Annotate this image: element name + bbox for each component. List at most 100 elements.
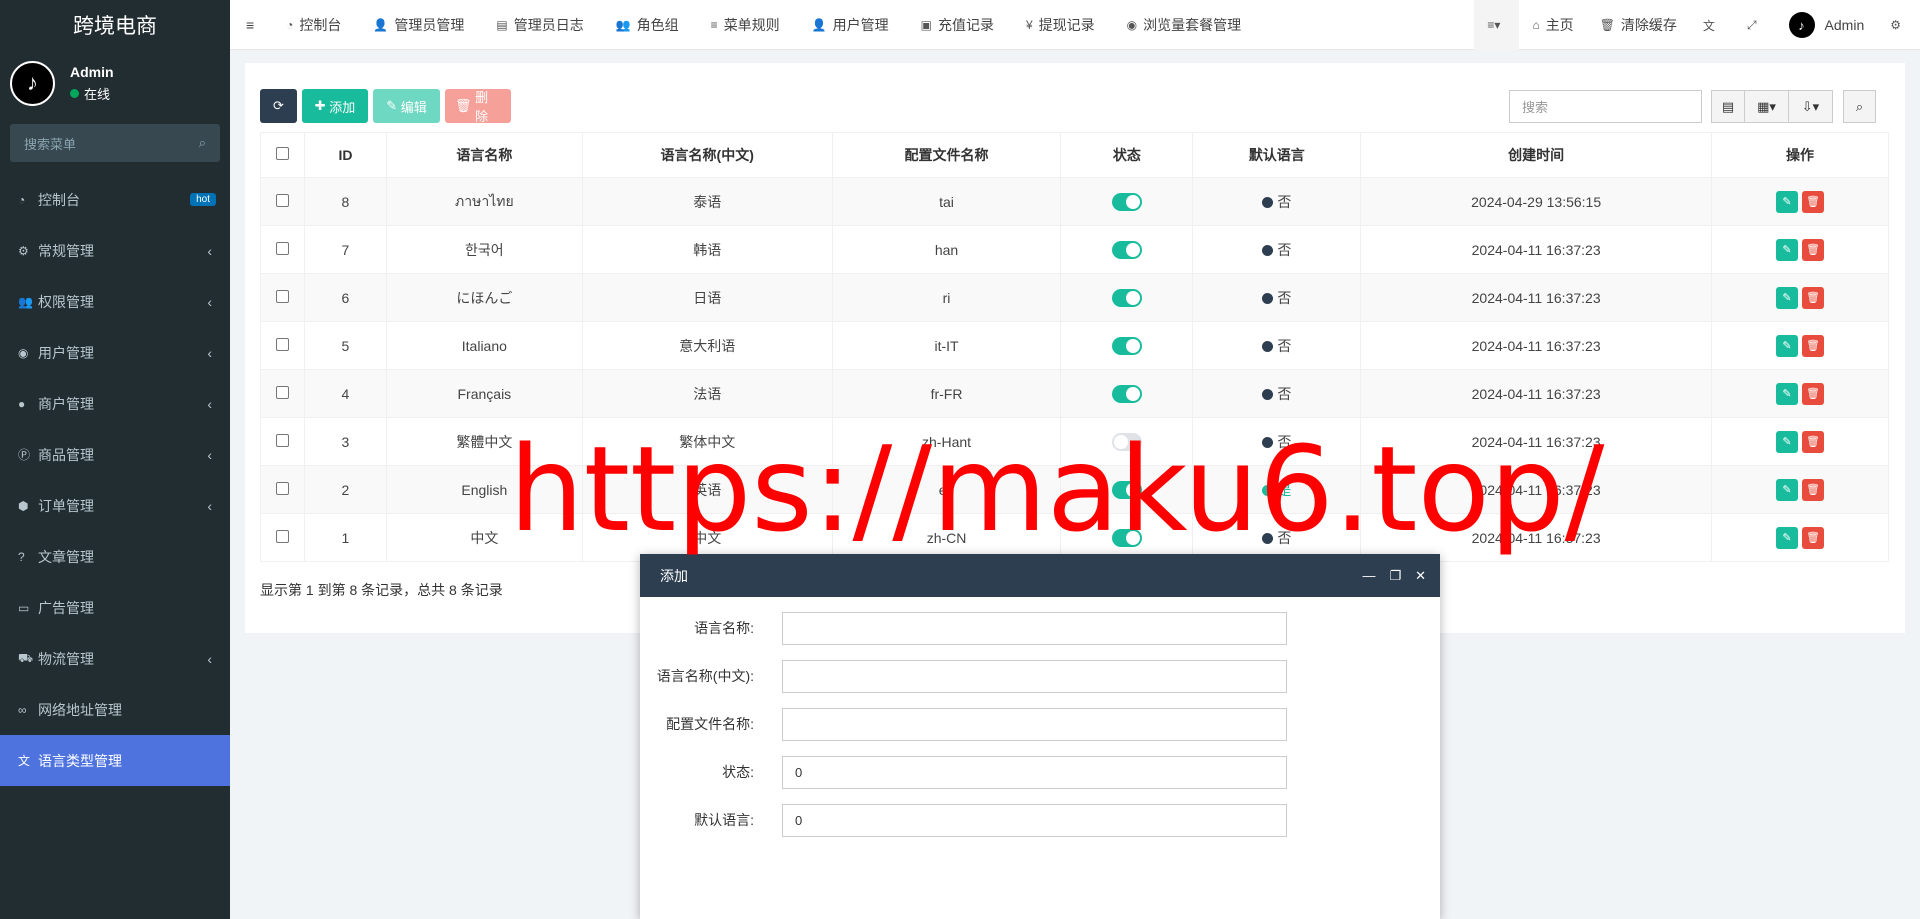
sidebar-item[interactable]: ▭ 广告管理: [0, 582, 230, 633]
default-label[interactable]: 否: [1277, 434, 1291, 450]
sidebar-item[interactable]: ● 商户管理 ‹: [0, 378, 230, 429]
sidebar-item[interactable]: ◉ 用户管理 ‹: [0, 327, 230, 378]
top-nav-tab[interactable]: 👤 用户管理: [796, 0, 905, 50]
status-toggle[interactable]: [1111, 528, 1142, 547]
status-toggle[interactable]: [1111, 288, 1142, 307]
top-nav-tab[interactable]: ≡ 菜单规则: [695, 0, 796, 50]
row-delete-button[interactable]: 🗑: [1802, 526, 1824, 549]
maximize-icon[interactable]: ❐: [1389, 568, 1401, 584]
minimize-icon[interactable]: —: [1362, 568, 1375, 583]
users-icon: 👥: [18, 294, 33, 309]
row-edit-button[interactable]: ✎: [1776, 238, 1798, 261]
default-label[interactable]: 否: [1277, 290, 1291, 306]
status-toggle[interactable]: [1111, 384, 1142, 403]
col-id[interactable]: ID: [303, 132, 387, 178]
row-delete-button[interactable]: 🗑: [1802, 334, 1824, 357]
status-toggle[interactable]: [1111, 432, 1142, 451]
admin-menu[interactable]: ♪ Admin: [1776, 0, 1878, 50]
default-label[interactable]: 否: [1277, 338, 1291, 354]
form-input[interactable]: [782, 611, 1287, 645]
dialog-header[interactable]: 添加 — ❐ ✕: [640, 554, 1440, 597]
table-row[interactable]: 6 にほんご 日语 ri 否 2024-04-11 16:37:23 ✎ 🗑: [260, 273, 1889, 322]
row-delete-button[interactable]: 🗑: [1802, 238, 1824, 261]
search-icon[interactable]: ⌕: [199, 135, 206, 151]
table-row[interactable]: 8 ภาษาไทย 泰语 tai 否 2024-04-29 13:56:15 ✎ 🗑: [260, 177, 1889, 226]
form-input[interactable]: 0: [782, 803, 1287, 837]
form-input[interactable]: 0: [782, 755, 1287, 789]
sidebar-item[interactable]: ? 文章管理: [0, 531, 230, 582]
close-icon[interactable]: ✕: [1415, 568, 1426, 584]
sidebar-item[interactable]: Ⓟ 商品管理 ‹: [0, 429, 230, 480]
home-link[interactable]: ⌂ 主页: [1519, 0, 1586, 50]
sidebar-item[interactable]: ⛟ 物流管理 ‹: [0, 633, 230, 684]
status-toggle[interactable]: [1111, 480, 1142, 499]
table-row[interactable]: 3 繁體中文 繁体中文 zh-Hant 否 2024-04-11 16:37:23 ✎ 🗑: [260, 417, 1889, 466]
row-edit-button[interactable]: ✎: [1776, 382, 1798, 405]
row-edit-button[interactable]: ✎: [1776, 430, 1798, 453]
top-nav-tab[interactable]: ◔ 控制台: [270, 0, 357, 50]
refresh-button[interactable]: ⟳: [260, 89, 297, 123]
row-checkbox[interactable]: [275, 241, 289, 255]
sidebar-item[interactable]: ⚙ 常规管理 ‹: [0, 225, 230, 276]
sidebar-search-input[interactable]: 搜索菜单 ⌕: [10, 124, 220, 162]
sidebar-item[interactable]: ⬢ 订单管理 ‹: [0, 480, 230, 531]
sidebar-item[interactable]: 文语言类型管理: [0, 735, 230, 786]
default-label[interactable]: 否: [1277, 386, 1291, 402]
status-toggle[interactable]: [1111, 192, 1142, 211]
multi-menu-button[interactable]: ≡▾: [1474, 0, 1520, 50]
select-all-checkbox[interactable]: [275, 147, 289, 160]
columns-button[interactable]: ▦▾: [1744, 90, 1789, 123]
default-label[interactable]: 否: [1277, 530, 1291, 546]
delete-button[interactable]: 🗑 删除: [445, 89, 511, 124]
clear-cache-button[interactable]: 🗑 清除缓存: [1587, 0, 1690, 50]
row-checkbox[interactable]: [275, 529, 289, 543]
sidebar-item[interactable]: ◔ 控制台 hot: [0, 174, 230, 225]
status-toggle[interactable]: [1111, 336, 1142, 355]
toggle-view-button[interactable]: ▤: [1711, 90, 1745, 123]
row-delete-button[interactable]: 🗑: [1802, 430, 1824, 453]
add-button[interactable]: ✚ 添加: [302, 89, 368, 123]
default-label[interactable]: 否: [1277, 242, 1291, 258]
row-delete-button[interactable]: 🗑: [1802, 478, 1824, 501]
row-checkbox[interactable]: [275, 385, 289, 399]
top-nav-tab[interactable]: 👥 角色组: [600, 0, 695, 50]
default-label[interactable]: 是: [1277, 482, 1291, 498]
row-checkbox[interactable]: [275, 481, 289, 495]
status-toggle[interactable]: [1111, 240, 1142, 259]
top-nav-tab[interactable]: ◉ 浏览量套餐管理: [1111, 0, 1257, 50]
row-checkbox[interactable]: [275, 337, 289, 351]
row-delete-button[interactable]: 🗑: [1802, 382, 1824, 405]
sidebar-toggle-button[interactable]: ≡: [230, 0, 270, 50]
fullscreen-button[interactable]: ⤢: [1734, 0, 1776, 50]
table-row[interactable]: 2 English 英语 en 是 2024-04-11 16:37:23 ✎ 🗑: [260, 465, 1889, 514]
row-delete-button[interactable]: 🗑: [1802, 190, 1824, 213]
table-search-input[interactable]: 搜索: [1509, 90, 1702, 123]
language-switch-button[interactable]: 文: [1690, 0, 1734, 50]
settings-button[interactable]: ⚙: [1877, 0, 1920, 50]
top-nav-tab[interactable]: ¥ 提现记录: [1010, 0, 1111, 50]
row-checkbox[interactable]: [275, 193, 289, 207]
table-row[interactable]: 5 Italiano 意大利语 it-IT 否 2024-04-11 16:37:23 ✎ 🗑: [260, 321, 1889, 370]
row-delete-button[interactable]: 🗑: [1802, 286, 1824, 309]
row-checkbox[interactable]: [275, 289, 289, 303]
top-nav-tab[interactable]: ▣ 充值记录: [905, 0, 1010, 50]
common-search-button[interactable]: ⌕: [1843, 90, 1876, 123]
row-edit-button[interactable]: ✎: [1776, 286, 1798, 309]
top-nav-tab[interactable]: ▤ 管理员日志: [480, 0, 599, 50]
export-button[interactable]: ⇩▾: [1788, 90, 1833, 123]
row-edit-button[interactable]: ✎: [1776, 334, 1798, 357]
table-row[interactable]: 4 Français 法语 fr-FR 否 2024-04-11 16:37:23 ✎ 🗑: [260, 369, 1889, 418]
row-edit-button[interactable]: ✎: [1776, 526, 1798, 549]
edit-button[interactable]: ✎ 编辑: [373, 89, 440, 123]
table-row[interactable]: 7 한국어 韩语 han 否 2024-04-11 16:37:23 ✎ 🗑: [260, 225, 1889, 274]
sidebar-item[interactable]: 👥 权限管理 ‹: [0, 276, 230, 327]
row-checkbox[interactable]: [275, 433, 289, 447]
top-nav-label: 用户管理: [832, 16, 889, 33]
top-nav-tab[interactable]: 👤 管理员管理: [357, 0, 480, 50]
sidebar-item[interactable]: ∞ 网络地址管理: [0, 684, 230, 735]
form-input[interactable]: [782, 659, 1287, 693]
row-edit-button[interactable]: ✎: [1776, 478, 1798, 501]
row-edit-button[interactable]: ✎: [1776, 190, 1798, 213]
form-input[interactable]: [782, 707, 1287, 741]
default-label[interactable]: 否: [1277, 194, 1291, 210]
